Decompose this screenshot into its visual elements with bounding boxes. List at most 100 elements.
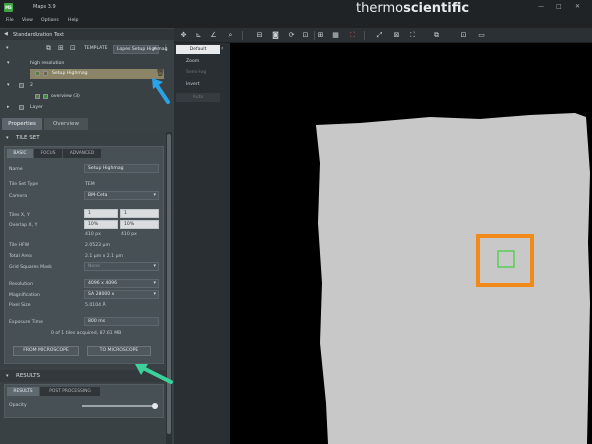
visibility-checkbox[interactable] [35,94,40,99]
pixel-size-value: 5.0104 Å [85,303,106,308]
tile-set-section-header[interactable]: ▾ TILE SET [0,132,166,144]
add-tile-icon[interactable]: ⊞ [315,30,326,41]
tile-set-title: TILE SET [16,135,40,141]
auto-button[interactable]: Auto [176,93,220,102]
tree-item-selected[interactable]: Setup Highmag 🗑 [30,69,165,79]
menu-bar: File View Options Help [0,16,592,28]
acquire-icon[interactable]: ⊟ [254,30,265,41]
tile-set-panel: BASIC FOCUS ADVANCED Name Setup Highmag … [4,146,164,364]
expand-all-icon[interactable]: ▾ [6,45,9,51]
add-layer-icon[interactable]: ⊞ [58,44,64,52]
subtab-advanced[interactable]: ADVANCED [63,149,101,158]
tree-item-label: 2 [30,83,33,88]
annotation-arrow-green [135,364,173,384]
fit-icon[interactable]: ⤢ [374,30,385,41]
panel-scrollbar[interactable] [166,132,172,444]
tree-item[interactable]: overview (3) [0,92,174,101]
tree-item[interactable]: ▾ 2 [0,81,174,90]
menu-view[interactable]: View [22,18,33,23]
resolution-select[interactable]: 4096 x 4096 [84,279,159,288]
close-button[interactable]: ✕ [575,3,580,10]
collapse-icon[interactable]: ‹ [221,45,223,52]
refresh-icon[interactable]: ⟳ [286,30,297,41]
import-icon[interactable]: ⊡ [70,44,76,52]
tree-item[interactable]: ▾ high resolution [0,59,174,68]
template-select[interactable]: Lopes Setup Highmag [113,45,167,54]
from-microscope-button[interactable]: FROM MICROSCOPE [13,346,79,356]
zoom-toggle[interactable]: Zoom [176,57,220,66]
camera-icon[interactable]: ◙ [270,30,281,41]
to-microscope-button[interactable]: TO MICROSCOPE [87,346,151,356]
fullscreen-icon[interactable]: ⛶ [407,30,418,41]
layers-icon[interactable]: ⧉ [46,44,51,53]
subtab-results[interactable]: RESULTS [7,387,39,396]
tile-hfw-label: Tile HFW [9,243,30,248]
grid-mask-select[interactable]: None [84,262,159,271]
export-icon[interactable]: ⊡ [300,30,311,41]
collapse-icon[interactable]: ◀ [4,31,8,37]
tile-hfw-value: 2.0523 µm [85,243,110,248]
resolution-label: Resolution [9,282,34,287]
angle-icon[interactable]: ∠ [208,30,219,41]
layers-toolbar: ▾ ⧉ ⊞ ⊡ TEMPLATE Lopes Setup Highmag ⋮ [0,42,174,56]
total-area-label: Total Area [9,254,32,259]
chevron-down-icon[interactable]: ▾ [7,82,10,88]
exposure-field[interactable]: 800 ms [84,317,159,326]
magnification-select[interactable]: SA 28000 x [84,290,159,299]
chevron-down-icon[interactable]: ▾ [6,132,9,144]
window-icon[interactable]: ▭ [476,30,487,41]
annotation-arrow-blue [152,78,170,104]
layers-header-title: Standardization Text [13,32,65,38]
tab-overview[interactable]: Overview [44,118,88,130]
ruler-icon[interactable]: ⊾ [193,30,204,41]
chevron-down-icon[interactable]: ▾ [7,60,10,66]
layers-stack-icon[interactable]: ⧉ [431,30,442,41]
crop-red-icon[interactable]: ⛶ [347,30,358,41]
visibility-checkbox[interactable] [19,105,24,110]
more-icon[interactable]: ⋮ [163,44,169,51]
tree-item[interactable]: ▸ Layer [0,103,174,112]
camera-label: Camera [9,194,28,199]
zoom-icon[interactable]: ⌕ [225,30,236,41]
name-field[interactable]: Setup Highmag [84,164,159,173]
opacity-slider-handle[interactable] [152,403,158,409]
minimize-button[interactable]: — [538,3,544,10]
subtab-basic[interactable]: BASIC [7,149,33,158]
chevron-down-icon[interactable]: ▾ [6,370,9,382]
opacity-slider[interactable] [82,403,158,409]
default-view-button[interactable]: Default [176,45,220,54]
image-canvas[interactable] [230,43,592,444]
acquired-status: 0 of 1 tiles acquired, 87.61 MB [51,331,122,336]
maximize-button[interactable]: □ [556,3,562,10]
exposure-label: Exposure Time [9,320,43,325]
pixel-size-label: Pixel Size [9,303,31,308]
menu-options[interactable]: Options [41,18,59,23]
subtab-focus[interactable]: FOCUS [34,149,62,158]
grid-icon[interactable]: ▦ [330,30,341,41]
subtab-post-processing[interactable]: POST PROCESSING [40,387,100,396]
overlap-y-field[interactable]: 10% [120,220,159,229]
tiles-y-field[interactable]: 1 [120,209,159,218]
tiles-x-field[interactable]: 1 [84,209,118,218]
sample-image [316,113,590,444]
menu-help[interactable]: Help [68,18,78,23]
visibility-checkbox[interactable] [35,71,40,76]
menu-file[interactable]: File [6,18,14,23]
camera-select[interactable]: BM-Ceta [84,191,159,200]
chevron-right-icon[interactable]: ▸ [7,104,10,110]
tiles-label: Tiles X, Y [9,213,30,218]
snapshot-icon[interactable]: ⊡ [458,30,469,41]
center-icon[interactable]: ⊠ [391,30,402,41]
invert-toggle[interactable]: Invert [176,80,220,89]
semilog-toggle[interactable]: Semi-log [176,68,220,77]
layer-color-swatch [43,71,48,76]
layers-header[interactable]: ◀ Standardization Text [0,29,174,40]
tab-properties[interactable]: Properties [2,118,42,130]
opacity-label: Opacity [9,403,27,408]
visibility-checkbox[interactable] [19,83,24,88]
tile-set-type-label: Tile Set Type [9,182,39,187]
overlap-x-field[interactable]: 10% [84,220,118,229]
pixels-x-value: 410 px [85,232,101,237]
move-icon[interactable]: ✥ [178,30,189,41]
layer-color-swatch [43,94,48,99]
